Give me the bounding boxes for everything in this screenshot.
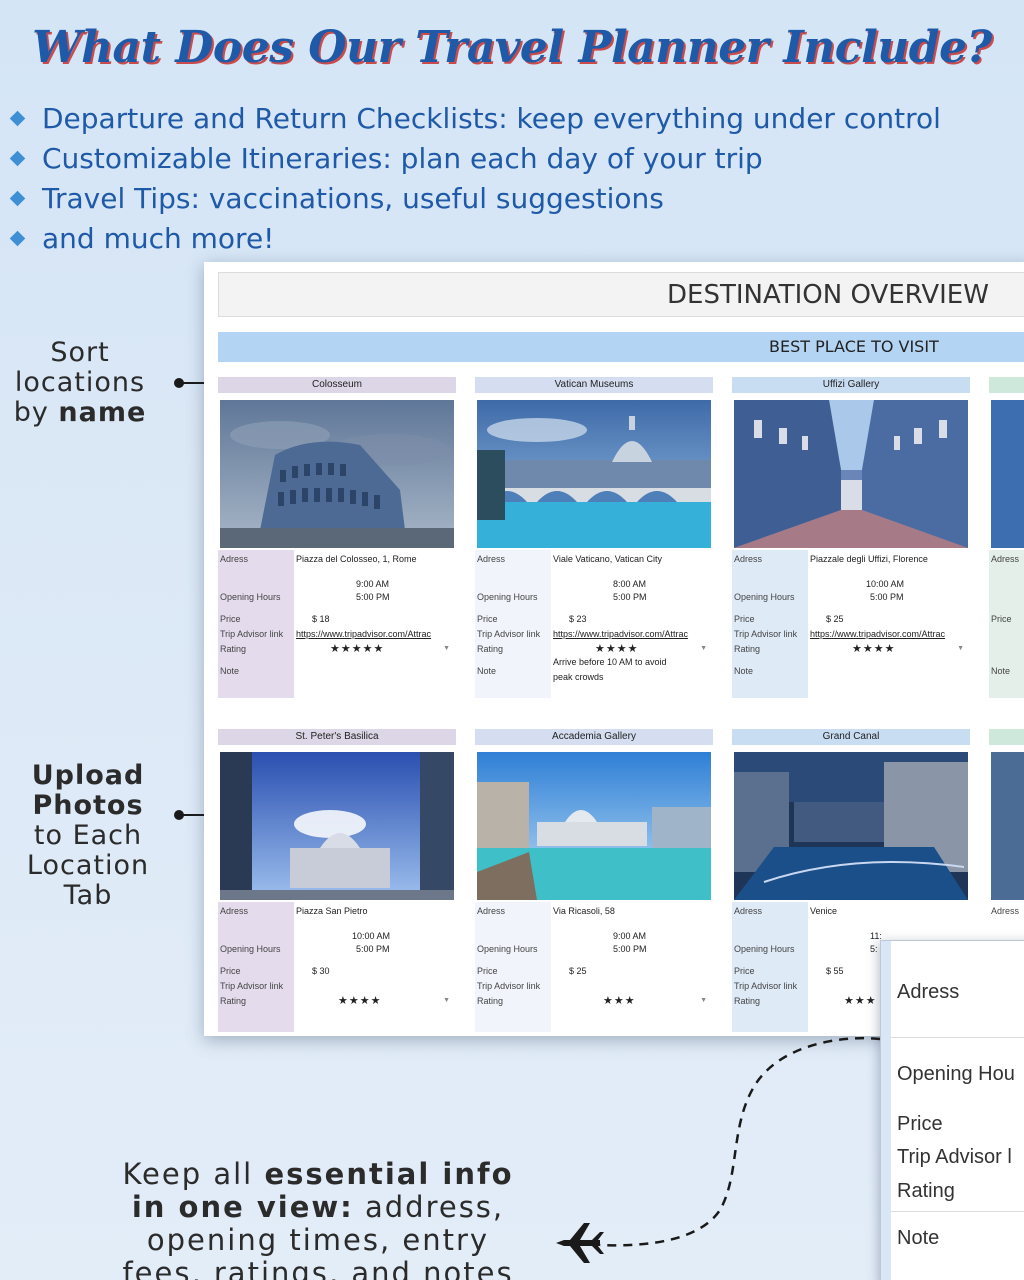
grand-canal-photo-icon [734,752,968,900]
zoom-label-rating: Rating [897,1180,955,1202]
rating-stars[interactable]: ★★★★★ [330,640,384,658]
diamond-bullet-icon [9,110,26,126]
zoom-label-note: Note [897,1227,940,1249]
location-card[interactable]: Vatican Museums Adress Viale Vaticano, Va… [475,377,713,707]
airplane-icon [556,1223,604,1263]
essential-info-callout: Keep all essential info in one view: add… [122,1157,514,1280]
rating-stars[interactable]: ★★★★ [338,992,381,1010]
destination-sheet: DESTINATION OVERVIEW BEST PLACE TO VISIT… [204,262,1024,1036]
accademia-photo-icon [477,752,711,900]
rating-stars[interactable]: ★★★★ [852,640,895,658]
sheet-banner: BEST PLACE TO VISIT [218,332,1024,362]
dropdown-arrow-icon[interactable]: ▼ [443,992,450,1010]
location-photo[interactable] [991,400,1024,548]
uffizi-photo-icon [734,400,968,548]
vatican-photo-icon [477,400,711,548]
sheet-title: DESTINATION OVERVIEW [218,272,1024,317]
location-card[interactable]: Uffizi Gallery Adress Piazzale degli Uffi… [732,377,970,707]
zoom-label-link: Trip Advisor l [897,1146,1012,1168]
location-card[interactable]: Colosseum Adress Piazza del Colosseo, 1, … [218,377,456,707]
card-name: Colosseum [218,377,456,393]
dropdown-arrow-icon[interactable]: ▼ [700,640,707,658]
location-card[interactable]: Accademia Gallery Adress Via Ricasoli, 58… [475,729,713,1036]
card-name: Uffizi Gallery [732,377,970,393]
location-card[interactable]: St. Peter's Basilica Adress Piazza San Pi… [218,729,456,1036]
diamond-bullet-icon [9,150,26,166]
location-photo[interactable] [477,752,711,900]
zoom-label-price: Price [897,1113,943,1135]
location-photo[interactable] [991,752,1024,900]
flight-route-icon [556,1036,881,1263]
card-name: St. Peter's Basilica [218,729,456,745]
feature-item: Travel Tips: vaccinations, useful sugges… [8,178,941,218]
dropdown-arrow-icon[interactable]: ▼ [957,640,964,658]
location-photo[interactable] [220,400,454,548]
diamond-bullet-icon [9,230,26,246]
zoom-label-hours: Opening Hou [897,1063,1015,1085]
location-photo[interactable] [734,400,968,548]
card-name: Grand Canal [732,729,970,745]
location-photo[interactable] [477,400,711,548]
dropdown-arrow-icon[interactable]: ▼ [700,992,707,1010]
dropdown-arrow-icon[interactable]: ▼ [443,640,450,658]
feature-list: Departure and Return Checklists: keep ev… [8,98,941,258]
feature-item: Customizable Itineraries: plan each day … [8,138,941,178]
location-photo[interactable] [734,752,968,900]
colosseum-photo-icon [220,400,454,548]
rating-stars[interactable]: ★★★ [603,992,636,1010]
page-title: What Does Our Travel Planner Include? [32,22,992,73]
zoom-label-address: Adress [897,981,960,1003]
location-card-partial[interactable]: Adress Price Note [989,377,1024,707]
st-peters-photo-icon [220,752,454,900]
card-name: Vatican Museums [475,377,713,393]
feature-item: Departure and Return Checklists: keep ev… [8,98,941,138]
diamond-bullet-icon [9,190,26,206]
feature-item: and much more! [8,218,941,258]
sort-callout: Sort locations by name [13,337,147,428]
zoomed-labels-panel: Adress Opening Hou Price Trip Advisor l … [880,940,1024,1280]
card-name: Accademia Gallery [475,729,713,745]
upload-callout: Upload Photos to Each Location Tab [26,760,150,911]
location-photo[interactable] [220,752,454,900]
rating-stars[interactable]: ★★★ [844,992,877,1010]
